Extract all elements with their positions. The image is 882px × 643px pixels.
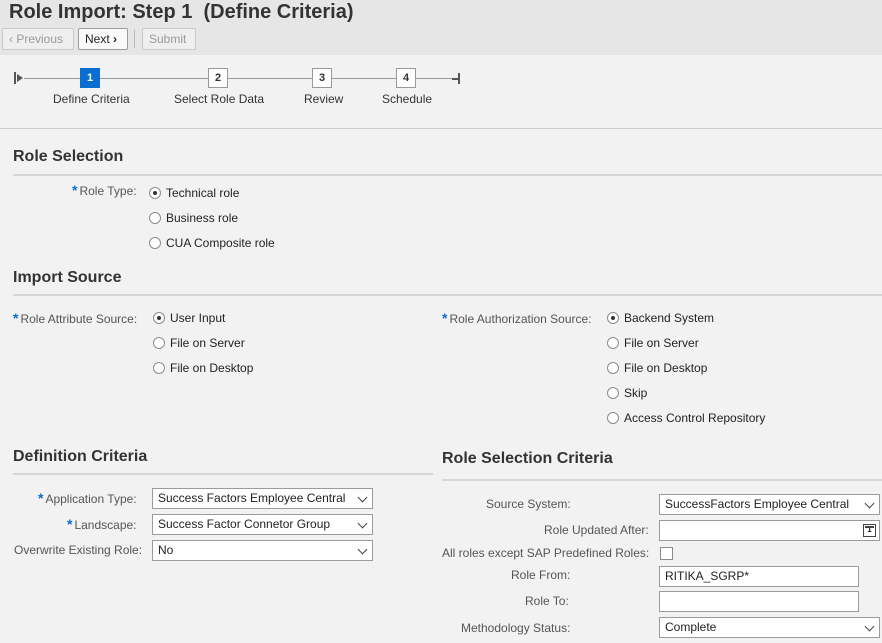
source-system-select[interactable]: SuccessFactors Employee Central — [659, 494, 880, 515]
role-updated-after-input[interactable]: 1 — [659, 520, 880, 541]
page-title: Role Import: Step 1 (Define Criteria) — [9, 1, 354, 23]
roadmap-step-1[interactable]: 1 — [80, 68, 100, 88]
required-icon: * — [442, 310, 448, 326]
role-from-label: Role From: — [511, 568, 571, 582]
radio-attr-file-on-desktop[interactable]: File on Desktop — [153, 360, 253, 376]
roadmap — [0, 55, 882, 125]
methodology-status-select[interactable]: Complete — [659, 617, 880, 638]
required-icon: * — [67, 516, 73, 532]
roadmap-start-arrow-icon — [17, 74, 23, 82]
radio-auth-backend-system[interactable]: Backend System — [607, 310, 714, 326]
application-type-label: * Application Type: — [38, 490, 137, 506]
radio-auth-file-on-desktop[interactable]: File on Desktop — [607, 360, 707, 376]
radio-button[interactable] — [149, 237, 161, 249]
roadmap-step-2[interactable]: 2 — [208, 68, 228, 88]
chevron-down-icon — [357, 518, 368, 529]
role-from-input[interactable]: RITIKA_SGRP* — [659, 566, 859, 587]
submit-button[interactable]: Submit — [142, 28, 196, 50]
radio-auth-access-control-repository[interactable]: Access Control Repository — [607, 410, 765, 426]
roadmap-end-icon — [458, 73, 460, 84]
toolbar-separator — [134, 30, 135, 48]
role-to-input[interactable] — [659, 591, 859, 612]
role-selection-rule — [13, 174, 882, 176]
chevron-down-icon — [864, 621, 875, 632]
required-icon: * — [72, 182, 78, 198]
roadmap-divider — [0, 128, 882, 129]
required-icon: * — [13, 310, 19, 326]
definition-criteria-rule — [13, 473, 433, 475]
roadmap-step-4-label: Schedule — [382, 92, 433, 106]
chevron-down-icon — [357, 492, 368, 503]
import-source-rule — [13, 294, 882, 296]
all-roles-except-sap-checkbox[interactable] — [660, 547, 673, 560]
radio-button[interactable] — [607, 387, 619, 399]
application-type-select[interactable]: Success Factors Employee Central — [152, 488, 373, 509]
radio-button[interactable] — [607, 337, 619, 349]
next-button[interactable]: Next › — [78, 28, 128, 50]
role-attribute-source-label: * Role Attribute Source: — [13, 310, 138, 326]
previous-label: Previous — [16, 32, 64, 46]
calendar-icon[interactable]: 1 — [863, 524, 876, 537]
source-system-label: Source System: — [486, 497, 571, 511]
role-type-label: * Role Type: — [72, 182, 137, 198]
chevron-left-icon: ‹ — [9, 32, 13, 46]
radio-button-checked[interactable] — [149, 187, 161, 199]
roadmap-step-4[interactable]: 4 — [396, 68, 416, 88]
radio-attr-file-on-server[interactable]: File on Server — [153, 335, 245, 351]
role-selection-criteria-rule — [442, 479, 882, 481]
radio-business-role[interactable]: Business role — [149, 210, 238, 226]
all-roles-except-sap-label: All roles except SAP Predefined Roles: — [442, 546, 650, 560]
radio-button[interactable] — [607, 412, 619, 424]
radio-technical-role[interactable]: Technical role — [149, 185, 239, 201]
radio-button[interactable] — [153, 362, 165, 374]
role-selection-title: Role Selection — [13, 148, 124, 165]
roadmap-step-3-label: Review — [304, 92, 344, 106]
chevron-down-icon — [357, 544, 368, 555]
role-to-label: Role To: — [525, 594, 569, 608]
radio-button[interactable] — [149, 212, 161, 224]
role-authorization-source-label: * Role Authorization Source: — [442, 310, 592, 326]
roadmap-start-icon — [14, 72, 16, 84]
landscape-label: * Landscape: — [67, 516, 137, 532]
radio-button[interactable] — [153, 337, 165, 349]
radio-auth-skip[interactable]: Skip — [607, 385, 647, 401]
role-selection-criteria-title: Role Selection Criteria — [442, 450, 613, 467]
radio-auth-file-on-server[interactable]: File on Server — [607, 335, 699, 351]
radio-button-checked[interactable] — [607, 312, 619, 324]
landscape-select[interactable]: Success Factor Connetor Group — [152, 514, 373, 535]
next-label: Next — [85, 32, 110, 46]
role-updated-after-label: Role Updated After: — [544, 523, 649, 537]
overwrite-existing-role-select[interactable]: No — [152, 540, 373, 561]
radio-attr-user-input[interactable]: User Input — [153, 310, 225, 326]
radio-cua-composite-role[interactable]: CUA Composite role — [149, 235, 275, 251]
methodology-status-label: Methodology Status: — [461, 621, 571, 635]
roadmap-step-3[interactable]: 3 — [312, 68, 332, 88]
submit-label: Submit — [149, 32, 187, 46]
overwrite-existing-role-label: Overwrite Existing Role: — [14, 543, 143, 557]
previous-button[interactable]: ‹ Previous — [2, 28, 74, 50]
roadmap-step-1-label: Define Criteria — [53, 92, 130, 106]
definition-criteria-title: Definition Criteria — [13, 448, 148, 465]
radio-button[interactable] — [607, 362, 619, 374]
radio-button-checked[interactable] — [153, 312, 165, 324]
roadmap-step-2-label: Select Role Data — [174, 92, 265, 106]
import-source-title: Import Source — [13, 269, 122, 286]
chevron-down-icon — [864, 498, 875, 509]
chevron-right-icon: › — [113, 32, 118, 46]
required-icon: * — [38, 490, 44, 506]
